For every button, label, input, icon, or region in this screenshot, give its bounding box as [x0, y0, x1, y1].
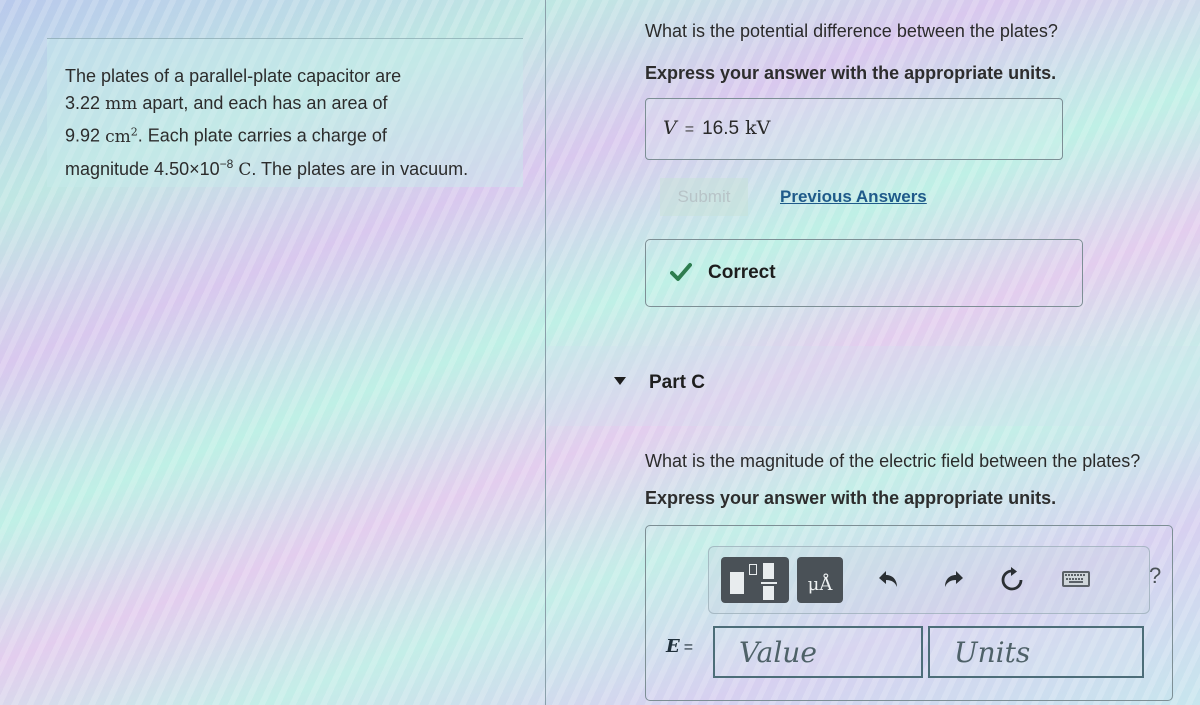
problem-line-3-rest: . Each plate carries a charge of: [137, 125, 387, 146]
value-input[interactable]: [713, 626, 923, 678]
answer-variable: V: [663, 117, 677, 139]
charge-unit: C: [238, 159, 252, 180]
help-button[interactable]: ?: [1149, 563, 1161, 589]
problem-line-1: The plates of a parallel-plate capacitor…: [65, 66, 402, 86]
part-b-answer: V = 16.5 kV: [663, 117, 770, 140]
problem-line-4-rest: . The plates are in vacuum.: [251, 158, 469, 179]
submit-button[interactable]: Submit: [660, 178, 748, 216]
answer-unit: kV: [745, 117, 771, 139]
feedback-box: Correct: [645, 239, 1083, 307]
charge-exponent: −8: [219, 156, 234, 171]
keyboard-icon[interactable]: [1061, 570, 1091, 588]
part-c-instruction: Express your answer with the appropriate…: [645, 488, 1057, 508]
area-unit: cm2: [105, 125, 138, 147]
answer-value: 16.5: [702, 118, 740, 139]
math-toolbar: μÅ ?: [708, 546, 1161, 614]
previous-answers-link[interactable]: Previous Answers: [780, 187, 927, 207]
charge-value: magnitude 4.50×10−8: [65, 156, 234, 179]
area-value: 9.92: [65, 125, 101, 146]
area-exponent: 2: [130, 125, 138, 138]
distance-value: 3.22: [65, 93, 101, 113]
units-input[interactable]: [928, 626, 1144, 678]
part-b-answer-box: V = 16.5 kV: [645, 98, 1063, 160]
units-icon: μÅ: [807, 574, 833, 595]
part-b-question: What is the potential difference between…: [645, 21, 1058, 41]
part-c-title: Part C: [649, 372, 705, 393]
check-icon: [670, 263, 692, 281]
units-button[interactable]: μÅ: [797, 557, 843, 603]
templates-button[interactable]: [721, 557, 789, 603]
undo-icon[interactable]: [877, 567, 901, 591]
part-c-answer-panel: μÅ ? E =: [645, 525, 1173, 701]
collapse-caret-icon[interactable]: [614, 377, 626, 385]
problem-statement-box: The plates of a parallel-plate capacitor…: [47, 38, 523, 187]
redo-icon[interactable]: [941, 567, 965, 591]
part-b-instruction: Express your answer with the appropriate…: [645, 63, 1057, 83]
answer-variable-e: E: [666, 636, 680, 657]
question-panel: What is the potential difference between…: [546, 0, 1200, 705]
problem-line-2-rest: apart, and each has an area of: [137, 93, 388, 113]
answer-equals: =: [684, 121, 695, 138]
problem-statement: The plates of a parallel-plate capacitor…: [65, 63, 515, 184]
feedback-status: Correct: [708, 262, 776, 283]
answer-label: E =: [666, 636, 693, 657]
part-c-header[interactable]: Part C: [546, 346, 1200, 426]
reset-icon[interactable]: [999, 567, 1025, 593]
part-c-question: What is the magnitude of the electric fi…: [645, 451, 1141, 471]
problem-panel: The plates of a parallel-plate capacitor…: [0, 0, 546, 705]
answer-equals-sign: =: [683, 639, 694, 656]
distance-unit: mm: [105, 94, 138, 114]
